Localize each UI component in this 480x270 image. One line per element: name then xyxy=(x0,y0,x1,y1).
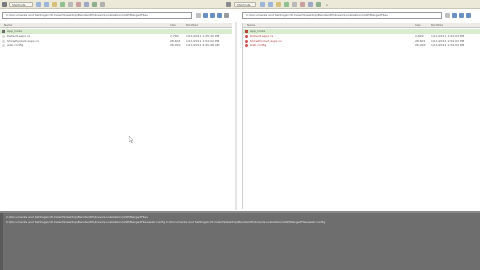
history-icon[interactable] xyxy=(224,13,229,18)
right-path-row: C:\Documents and Settings\cdt.Indent\Des… xyxy=(240,12,480,20)
right-col-modified[interactable]: Modified xyxy=(431,23,443,28)
right-column-header: Name Size Modified xyxy=(243,23,480,28)
left-shortcuts-dropdown[interactable]: Shortcuts xyxy=(9,2,33,7)
right-col-size[interactable]: Size xyxy=(415,23,421,28)
main-toolbar: Shortcuts Shortcuts x xyxy=(0,0,480,9)
forward-icon-right[interactable] xyxy=(268,2,273,7)
left-path-input[interactable]: C:\Documents and Settings\cdt.Indent\Des… xyxy=(2,12,192,19)
up-folder-icon[interactable] xyxy=(52,2,57,7)
filter-icon[interactable] xyxy=(84,2,89,7)
file-modified: 1/11/2011 1:54:04 PM xyxy=(431,43,465,47)
file-modified: 1/11/2011 9:45:48 AM xyxy=(186,43,220,47)
file-icon xyxy=(245,44,248,47)
log-line: C:\Documents and Settings\cdt.Indent\Des… xyxy=(6,215,148,219)
file-icon xyxy=(2,44,5,47)
go-icon[interactable] xyxy=(203,13,208,18)
copy-icon[interactable] xyxy=(68,2,73,7)
left-shortcuts-label: Shortcuts xyxy=(12,3,26,7)
menu-icon[interactable] xyxy=(2,2,7,7)
sync-icon[interactable] xyxy=(92,2,97,7)
table-row[interactable]: App_Code xyxy=(0,29,232,34)
file-name: web.config xyxy=(7,43,24,47)
browse-icon-right[interactable] xyxy=(445,13,450,18)
folder-icon xyxy=(2,30,5,33)
left-path-row: C:\Documents and Settings\cdt.Indent\Des… xyxy=(0,12,232,20)
back-icon[interactable] xyxy=(36,2,41,7)
left-col-name[interactable]: Name xyxy=(4,23,12,28)
home-icon-right[interactable] xyxy=(459,13,464,18)
compare-icon-right[interactable] xyxy=(300,2,305,7)
file-size: 26,000 xyxy=(415,43,426,47)
pane-toggle-icon[interactable] xyxy=(226,2,231,7)
table-row[interactable]: web.config 26,000 1/11/2011 9:45:48 AM xyxy=(0,43,232,48)
up-folder-icon-right[interactable] xyxy=(276,2,281,7)
sync-icon-right[interactable] xyxy=(316,2,321,7)
save-icon-right[interactable] xyxy=(466,13,471,18)
folder-icon xyxy=(245,30,248,33)
refresh-icon-right[interactable] xyxy=(284,2,289,7)
browse-icon[interactable] xyxy=(196,13,201,18)
left-column-header: Name Size Modified xyxy=(0,23,232,28)
pane-splitter[interactable] xyxy=(235,22,237,210)
copy-icon-right[interactable] xyxy=(292,2,297,7)
filter-icon-right[interactable] xyxy=(308,2,313,7)
table-row[interactable]: App_Code xyxy=(243,29,480,34)
right-shortcuts-label: Shortcuts xyxy=(237,3,251,7)
zoom-label: x xyxy=(326,3,328,7)
log-line: C:\Documents and Settings\cdt.Indent\Des… xyxy=(6,220,326,224)
right-path-input[interactable]: C:\Documents and Settings\cdt.Indent\Des… xyxy=(242,12,442,19)
home-icon[interactable] xyxy=(210,13,215,18)
mouse-cursor-icon xyxy=(129,136,133,143)
right-col-name[interactable]: Name xyxy=(247,23,255,28)
options-icon[interactable] xyxy=(100,2,105,7)
file-name: web.config xyxy=(250,43,267,47)
table-row[interactable]: web.config 26,000 1/11/2011 1:54:04 PM xyxy=(243,43,480,48)
refresh-icon[interactable] xyxy=(60,2,65,7)
left-col-size[interactable]: Size xyxy=(170,23,176,28)
file-size: 26,000 xyxy=(170,43,181,47)
log-panel[interactable]: C:\Documents and Settings\cdt.Indent\Des… xyxy=(0,211,480,270)
file-name: App_Code xyxy=(7,29,23,33)
go-icon-right[interactable] xyxy=(452,13,457,18)
log-gutter xyxy=(0,213,3,270)
save-icon[interactable] xyxy=(217,13,222,18)
file-name: App_Code xyxy=(250,29,266,33)
back-icon-right[interactable] xyxy=(260,2,265,7)
left-file-pane[interactable]: Name Size Modified App_Code Default.aspx… xyxy=(0,23,232,209)
compare-icon[interactable] xyxy=(76,2,81,7)
left-col-modified[interactable]: Modified xyxy=(186,23,198,28)
right-shortcuts-dropdown[interactable]: Shortcuts xyxy=(234,2,256,7)
right-file-pane[interactable]: Name Size Modified App_Code Default.aspx… xyxy=(242,23,480,209)
forward-icon[interactable] xyxy=(44,2,49,7)
